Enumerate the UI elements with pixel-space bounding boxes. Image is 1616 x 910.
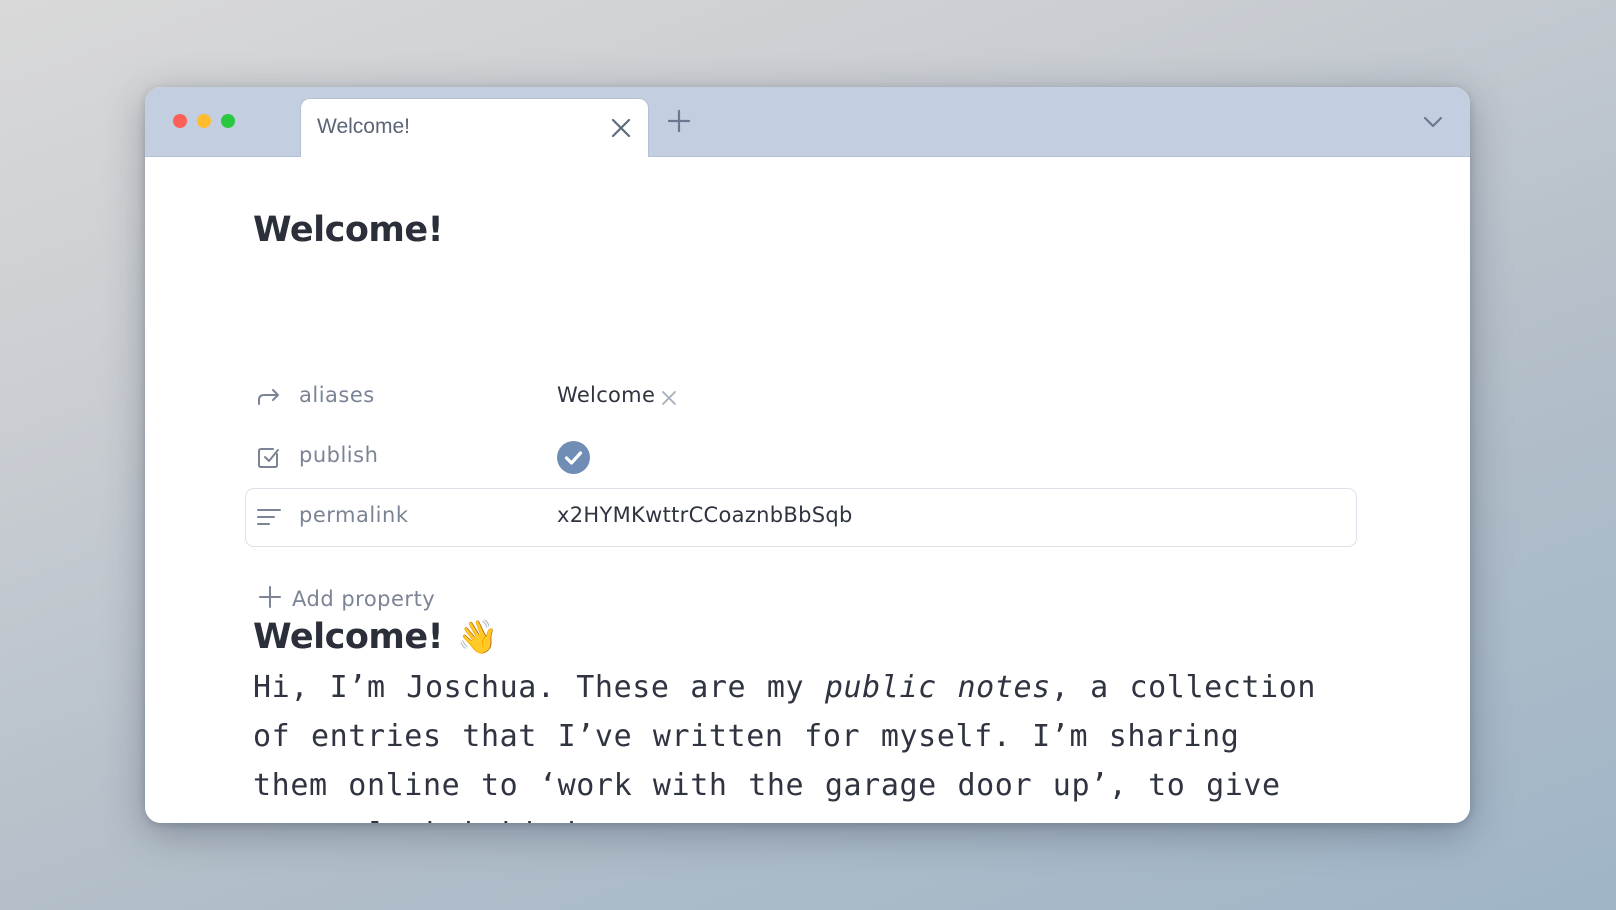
- paragraph-text: Hi, I’m Joschua. These are my: [253, 670, 825, 705]
- tab-title: Welcome!: [317, 115, 410, 138]
- arrow-forward-icon: [256, 384, 282, 410]
- plus-icon[interactable]: [667, 109, 691, 133]
- property-label: aliases: [299, 383, 375, 407]
- alias-pill[interactable]: Welcome: [557, 383, 677, 407]
- app-window: Welcome! Welcome! aliases Welcome publis…: [145, 87, 1470, 823]
- waving-hand-emoji: 👋: [457, 617, 498, 656]
- note-editor: Welcome! aliases Welcome publish permali…: [145, 157, 1470, 823]
- text-lines-icon: [256, 504, 282, 530]
- paragraph-italic-text: public notes: [824, 670, 1051, 705]
- property-publish[interactable]: publish: [245, 428, 1357, 487]
- window-minimize-button[interactable]: [197, 114, 211, 128]
- body-heading: Welcome! 👋: [253, 617, 498, 657]
- plus-icon: [258, 585, 282, 613]
- property-label: permalink: [299, 503, 409, 527]
- tab-bar: Welcome!: [145, 87, 1470, 158]
- remove-icon[interactable]: [661, 387, 677, 405]
- close-icon[interactable]: [608, 115, 634, 141]
- checkmark-icon: [564, 451, 583, 465]
- window-close-button[interactable]: [173, 114, 187, 128]
- note-title[interactable]: Welcome!: [253, 210, 444, 250]
- property-permalink[interactable]: permalink x2HYMKwttrCCoaznbBbSqb: [245, 488, 1357, 547]
- tab-welcome[interactable]: Welcome!: [300, 98, 649, 158]
- publish-checkbox[interactable]: [557, 441, 590, 474]
- window-maximize-button[interactable]: [221, 114, 235, 128]
- property-label: publish: [299, 443, 379, 467]
- checkbox-icon: [256, 444, 282, 470]
- add-property-button[interactable]: Add property: [258, 585, 435, 613]
- permalink-input[interactable]: x2HYMKwttrCCoaznbBbSqb: [557, 503, 853, 527]
- add-property-label: Add property: [292, 587, 436, 611]
- body-heading-text: Welcome!: [253, 617, 444, 657]
- chevron-down-icon[interactable]: [1422, 113, 1444, 131]
- body-paragraph: Hi, I’m Joschua. These are my public not…: [253, 663, 1333, 823]
- property-aliases[interactable]: aliases Welcome: [245, 368, 1357, 427]
- alias-value: Welcome: [557, 383, 656, 407]
